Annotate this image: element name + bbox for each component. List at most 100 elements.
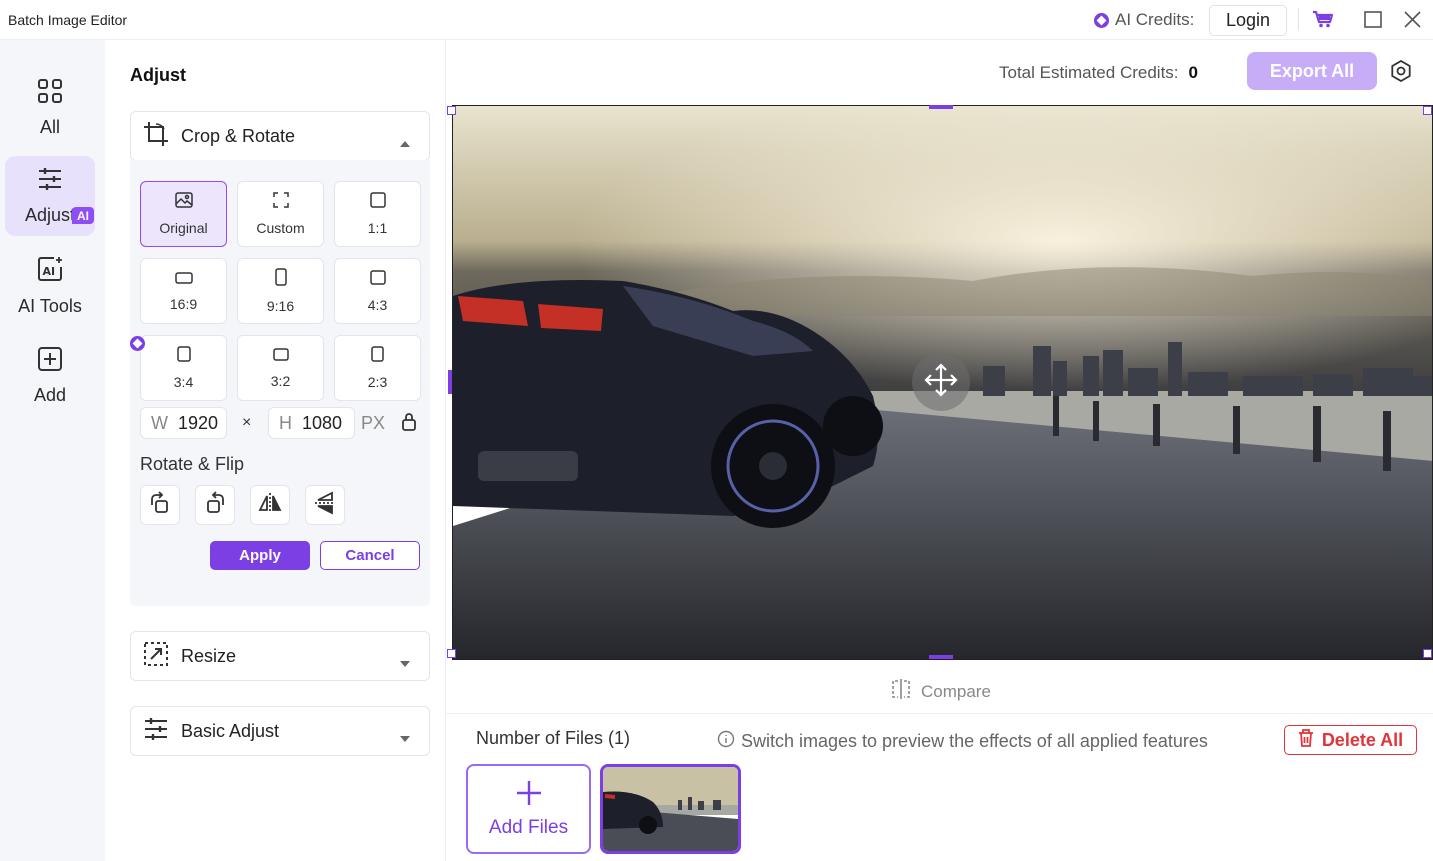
trash-icon	[1298, 728, 1314, 752]
landscape-icon	[174, 271, 193, 287]
width-field[interactable]: W 1920	[140, 407, 227, 439]
nav-item-all[interactable]: All	[5, 68, 95, 148]
ratio-9-16[interactable]: 9:16	[237, 258, 324, 324]
settings-icon[interactable]	[1390, 59, 1412, 87]
plus-icon	[515, 779, 543, 813]
nav-label-adjust: Adjust	[24, 205, 76, 225]
ai-credits: AI Credits:	[1094, 10, 1194, 30]
ratio-label: 3:4	[173, 374, 194, 390]
chevron-down-icon	[399, 727, 411, 748]
unit-label: PX	[361, 413, 386, 433]
chevron-down-icon	[399, 652, 411, 673]
info-icon	[717, 730, 735, 753]
crop-handle-top[interactable]	[929, 105, 953, 109]
ratio-label: Original	[159, 220, 208, 236]
sliders-icon	[37, 166, 63, 197]
rotate-right-button[interactable]	[140, 485, 180, 525]
flip-horizontal-button[interactable]	[250, 485, 290, 525]
times-sign: ×	[242, 414, 252, 431]
total-credits-label: Total Estimated Credits:	[999, 63, 1179, 82]
ratio-3-2[interactable]: 3:2	[237, 335, 324, 401]
crop-rotate-title: Crop & Rotate	[181, 125, 296, 146]
height-value: 1080	[302, 412, 343, 433]
crop-handle-top-right[interactable]	[1423, 106, 1432, 115]
close-icon[interactable]	[1404, 11, 1421, 33]
credit-diamond-icon	[1094, 12, 1109, 28]
maximize-icon[interactable]	[1364, 11, 1382, 33]
compare-label: Compare	[921, 681, 991, 701]
crop-rotate-header[interactable]: Crop & Rotate	[130, 111, 430, 161]
nav-item-ai-tools[interactable]: AI AI Tools	[5, 246, 95, 326]
cart-icon[interactable]	[1312, 10, 1334, 33]
ratio-label: 16:9	[169, 295, 198, 312]
flip-vertical-button[interactable]	[305, 485, 345, 525]
crop-handle-bottom-left[interactable]	[447, 649, 456, 658]
ratio-label: 1:1	[367, 220, 388, 236]
ratio-label: 4:3	[367, 296, 388, 313]
ratio-2-3[interactable]: 2:3	[334, 335, 421, 401]
crop-handle-left[interactable]	[448, 370, 452, 394]
ratio-label: 3:2	[270, 372, 291, 389]
crop-handle-bottom[interactable]	[929, 655, 953, 659]
panel-title: Adjust	[130, 65, 186, 85]
grid-icon	[37, 78, 63, 109]
crop-rotate-body: Original Custom 1:1 16:9 9:16 4:3 3:4 3:…	[130, 160, 430, 606]
nav-item-add[interactable]: Add	[5, 336, 95, 416]
ai-badge: AI	[72, 207, 94, 224]
add-files-button[interactable]: Add Files	[466, 764, 591, 854]
login-button[interactable]: Login	[1209, 5, 1287, 36]
basic-adjust-header[interactable]: Basic Adjust	[130, 706, 430, 756]
ratio-label: 2:3	[367, 374, 388, 390]
resize-header[interactable]: Resize	[130, 631, 430, 681]
square-icon	[369, 192, 386, 211]
move-handle[interactable]	[912, 353, 970, 411]
square-icon	[369, 269, 386, 288]
lock-icon[interactable]	[401, 412, 417, 436]
file-count: Number of Files (1)	[476, 728, 631, 748]
add-files-label: Add Files	[488, 817, 569, 838]
square-icon	[176, 346, 191, 365]
switch-tip: Switch images to preview the effects of …	[717, 730, 1208, 753]
left-nav: All Adjust AI AI Tools Add	[0, 40, 105, 861]
portrait-icon	[274, 268, 287, 289]
height-field[interactable]: H 1080	[268, 407, 355, 439]
apply-button[interactable]: Apply	[210, 541, 310, 570]
rotate-flip-title: Rotate & Flip	[140, 454, 245, 474]
ratio-original[interactable]: Original	[140, 181, 227, 247]
height-label: H	[279, 412, 292, 433]
ratio-1-1[interactable]: 1:1	[334, 181, 421, 247]
compare-button[interactable]: Compare	[891, 679, 991, 704]
title-bar: Batch Image Editor AI Credits: Login	[0, 0, 1433, 40]
crop-icon	[143, 121, 169, 152]
rotate-left-button[interactable]	[195, 485, 235, 525]
width-label: W	[151, 412, 168, 433]
image-icon	[174, 192, 193, 211]
flip-vertical-icon	[313, 491, 337, 520]
delete-all-button[interactable]: Delete All	[1284, 725, 1417, 755]
export-all-button[interactable]: Export All	[1247, 52, 1377, 90]
nav-item-adjust[interactable]: Adjust	[5, 156, 95, 236]
ratio-3-4[interactable]: 3:4	[140, 335, 227, 401]
nav-label-ai-tools: AI Tools	[18, 296, 82, 316]
crop-handle-top-left[interactable]	[447, 106, 456, 115]
sliders-icon	[143, 716, 169, 747]
compare-icon	[891, 679, 911, 704]
ai-credits-label: AI Credits:	[1115, 10, 1195, 29]
file-thumbnail[interactable]	[600, 764, 741, 854]
thumbnail-image	[603, 767, 738, 851]
svg-text:AI: AI	[43, 265, 56, 278]
flip-horizontal-icon	[258, 491, 282, 520]
ratio-custom[interactable]: Custom	[237, 181, 324, 247]
rotate-left-icon	[203, 490, 227, 520]
move-arrows-icon	[924, 362, 958, 402]
nav-label-all: All	[39, 117, 60, 137]
width-value: 1920	[178, 412, 219, 433]
ratio-16-9[interactable]: 16:9	[140, 258, 227, 324]
crop-handle-bottom-right[interactable]	[1423, 649, 1432, 658]
bottom-divider	[446, 713, 1433, 714]
ratio-4-3[interactable]: 4:3	[334, 258, 421, 324]
cancel-button[interactable]: Cancel	[320, 541, 420, 570]
delete-all-label: Delete All	[1321, 729, 1404, 750]
total-credits: Total Estimated Credits: 0	[999, 63, 1198, 83]
plus-square-icon	[37, 346, 63, 377]
